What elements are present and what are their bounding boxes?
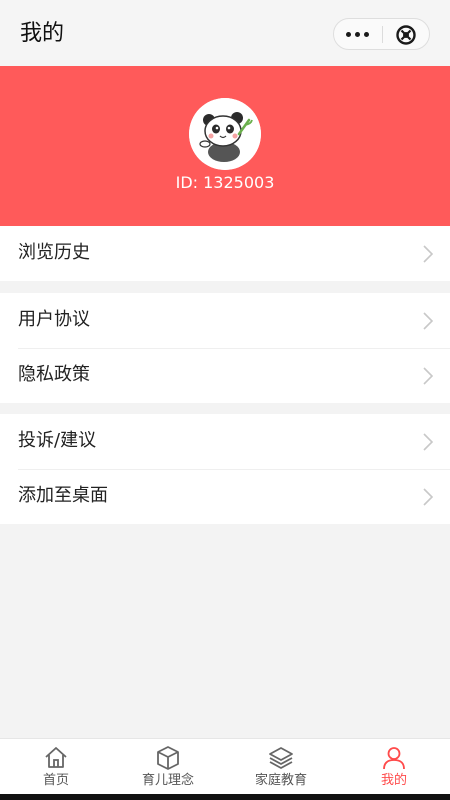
capsule-menu: [333, 18, 430, 50]
chevron-right-icon: [423, 312, 434, 330]
close-circle-icon[interactable]: [394, 23, 418, 47]
tab-label: 首页: [42, 773, 69, 788]
tab-label: 我的: [380, 773, 407, 788]
capsule-divider: [382, 26, 383, 43]
screen: 我的 ID: 1325003 浏览历史 用户协议 隐私政策 投诉/建议 添加至桌…: [0, 0, 450, 800]
avatar[interactable]: [189, 98, 261, 170]
menu-item-label: 用户协议: [18, 309, 90, 330]
menu-item-feedback[interactable]: 投诉/建议: [0, 414, 450, 469]
chevron-right-icon: [423, 488, 434, 506]
profile-header: ID: 1325003: [0, 66, 450, 226]
cube-icon: [157, 746, 179, 770]
tab-mine[interactable]: 我的: [338, 739, 450, 795]
menu-item-label: 添加至桌面: [18, 485, 108, 506]
page-title: 我的: [20, 21, 65, 46]
menu-item-add-to-desktop[interactable]: 添加至桌面: [0, 469, 450, 524]
menu-item-user-agreement[interactable]: 用户协议: [0, 293, 450, 348]
chevron-right-icon: [423, 367, 434, 385]
chevron-right-icon: [423, 245, 434, 263]
tab-family-education[interactable]: 家庭教育: [225, 739, 337, 795]
user-id: ID: 1325003: [175, 173, 275, 192]
layers-icon: [269, 747, 293, 769]
system-nav-strip: [0, 794, 450, 800]
menu-item-label: 浏览历史: [18, 242, 90, 263]
menu-group-history: 浏览历史: [0, 226, 450, 281]
panda-avatar-icon: [189, 98, 261, 170]
menu-item-history[interactable]: 浏览历史: [0, 226, 450, 281]
menu-group-other: 投诉/建议 添加至桌面: [0, 414, 450, 524]
tab-parenting[interactable]: 育儿理念: [112, 739, 224, 795]
menu-item-label: 投诉/建议: [18, 430, 97, 451]
tab-label: 家庭教育: [254, 773, 307, 788]
menu-item-privacy-policy[interactable]: 隐私政策: [0, 348, 450, 403]
menu-item-label: 隐私政策: [18, 364, 90, 385]
chevron-right-icon: [423, 433, 434, 451]
more-dots-icon[interactable]: [334, 19, 382, 49]
menu-group-legal: 用户协议 隐私政策: [0, 293, 450, 403]
tab-bar: 首页 育儿理念 家庭教育 我的: [0, 738, 450, 794]
tab-home[interactable]: 首页: [0, 739, 112, 795]
home-icon: [45, 747, 67, 768]
user-icon: [383, 747, 405, 770]
nav-bar: 我的: [0, 0, 450, 66]
tab-label: 育儿理念: [141, 773, 194, 788]
